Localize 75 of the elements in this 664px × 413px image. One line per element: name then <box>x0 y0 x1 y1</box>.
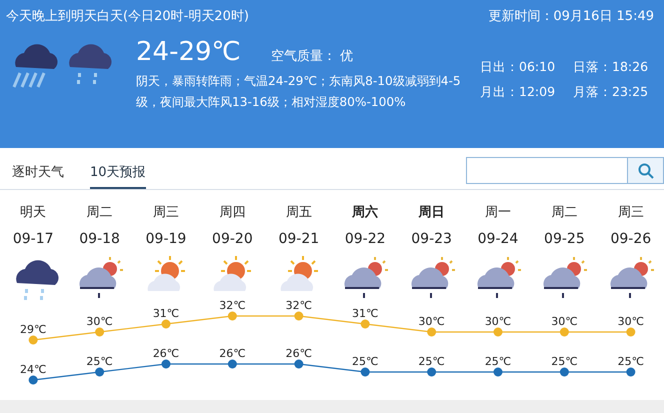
date-label: 09-25 <box>544 231 585 247</box>
search-button[interactable] <box>628 157 664 184</box>
sun-moon-time: 月出：12:09 <box>480 84 556 101</box>
data-point <box>560 328 569 336</box>
air-quality-label: 空气质量： <box>270 48 336 65</box>
date-label: 09-24 <box>478 231 518 247</box>
weekday-label: 周三 <box>152 205 179 220</box>
temperature-label: 31℃ <box>352 307 378 320</box>
temperature-label: 29℃ <box>20 323 46 336</box>
data-point <box>360 320 370 328</box>
weekday-label: 明天 <box>20 205 46 220</box>
temperature-label: 30℃ <box>618 315 644 328</box>
data-point <box>494 368 502 376</box>
data-point <box>28 376 38 384</box>
data-point <box>626 328 636 336</box>
data-point <box>494 328 502 336</box>
search-icon <box>638 162 654 178</box>
date-label: 09-22 <box>344 231 386 247</box>
weekday-label: 周二 <box>86 205 113 220</box>
temperature-label: 25℃ <box>86 355 113 368</box>
temperature-label: 26℃ <box>219 347 246 360</box>
temperature-range: 24-29℃ <box>136 37 241 67</box>
temperature-label: 31℃ <box>152 307 180 320</box>
date-label: 09-17 <box>12 231 54 247</box>
temperature-label: 32℃ <box>286 299 312 312</box>
data-point <box>95 368 104 376</box>
temperature-label: 25℃ <box>484 355 512 368</box>
tab[interactable]: 逐时天气 <box>12 163 64 189</box>
temperature-label: 25℃ <box>418 355 445 368</box>
temperature-label: 32℃ <box>219 299 246 312</box>
date-label: 09-18 <box>79 231 120 247</box>
date-label: 09-19 <box>146 231 186 247</box>
weekday-label: 周四 <box>219 205 246 220</box>
tab[interactable]: 10天预报 <box>90 163 146 189</box>
temperature-label: 26℃ <box>286 347 312 360</box>
weekday-label: 周三 <box>618 205 644 220</box>
data-point <box>427 368 436 376</box>
date-label: 09-26 <box>610 231 652 247</box>
temperature-label: 25℃ <box>551 355 578 368</box>
weekday-label: 周五 <box>286 205 312 220</box>
temperature-label: 25℃ <box>618 355 644 368</box>
data-point <box>360 368 370 376</box>
sun-moon-time: 日出：06:10 <box>480 59 556 76</box>
temperature-label: 30℃ <box>86 315 113 328</box>
date-label: 09-20 <box>212 231 253 247</box>
weekday-label: 周一 <box>484 205 511 220</box>
weather-description: 阴天，暴雨转阵雨；气温24-29℃；东南风8-10级减弱到4-5级，夜间最大阵风13-16级；相对湿度80%-100% <box>136 73 462 111</box>
data-point <box>162 320 170 328</box>
data-point <box>28 336 38 344</box>
update-time: 更新时间：09月16日 15:49 <box>488 8 654 25</box>
air-quality-value: 优 <box>340 48 353 65</box>
data-point <box>95 328 104 336</box>
date-label: 09-21 <box>278 231 320 247</box>
data-point <box>626 368 636 376</box>
data-point <box>294 312 304 320</box>
temperature-label: 26℃ <box>152 347 180 360</box>
forecast-period: 今天晚上到明天白天(今日20时-明天20时) <box>6 8 249 25</box>
data-point <box>162 360 170 368</box>
weekday-label: 周六 <box>352 205 378 220</box>
data-point <box>560 368 569 376</box>
weekday-label: 周日 <box>418 205 445 220</box>
sun-moon-time: 月落：23:25 <box>573 84 648 101</box>
data-point <box>228 312 237 320</box>
temperature-label: 30℃ <box>484 315 512 328</box>
data-point <box>228 360 237 368</box>
date-label: 09-23 <box>411 231 452 247</box>
data-point <box>294 360 304 368</box>
temperature-label: 30℃ <box>551 315 578 328</box>
data-point <box>427 328 436 336</box>
search-field[interactable] <box>466 157 628 184</box>
temperature-label: 25℃ <box>352 355 378 368</box>
weekday-label: 周二 <box>551 205 578 220</box>
sun-moon-time: 日落：18:26 <box>573 59 648 76</box>
temperature-label: 24℃ <box>20 363 46 376</box>
temperature-label: 30℃ <box>418 315 445 328</box>
